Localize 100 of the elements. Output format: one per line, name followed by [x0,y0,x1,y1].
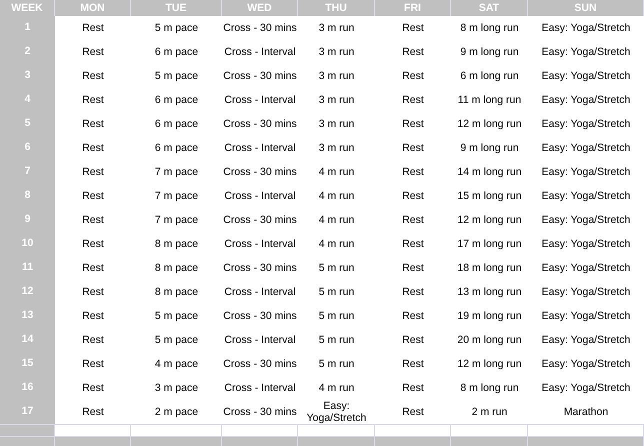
table-cell: 4 m pace [154,358,198,370]
table-cell: Cross - Interval [224,286,296,298]
week-cell: 5 [0,112,55,136]
table-cell: 3 m run [318,94,354,106]
table-cell: Rest [402,358,424,370]
table-cell: 7 m pace [154,190,198,202]
table-cell: Easy: Yoga/Stretch [542,214,630,226]
table-cell: 12 m long run [457,214,522,226]
table-cell: Rest [82,70,104,82]
column-header: TUE [131,0,222,16]
table-cell: Rest [402,190,424,202]
table-cell: Rest [82,142,104,154]
table-cell: Easy: Yoga/Stretch [542,190,630,202]
table-cell: Cross - 30 mins [223,214,297,226]
table-cell: 6 m pace [154,142,198,154]
table-cell: Easy: Yoga/Stretch [542,310,630,322]
table-cell: 5 m run [318,262,354,274]
table-cell: 9 m long run [460,46,519,58]
table-cell: Rest [402,238,424,250]
table-cell: 20 m long run [457,334,522,346]
table-cell: 15 m long run [457,190,522,202]
table-cell: 7 m pace [154,214,198,226]
table-cell: Easy: Yoga/Stretch [542,286,630,298]
table-cell: 6 m long run [460,70,519,82]
table-cell: 6 m pace [154,118,198,130]
table-cell: Easy: Yoga/Stretch [542,94,630,106]
table-cell: 5 m run [318,334,354,346]
table-cell: Rest [82,166,104,178]
table-cell: Rest [402,70,424,82]
column-header: MON [55,0,131,16]
table-cell: 4 m run [318,382,354,394]
table-cell: Easy: Yoga/Stretch [542,46,630,58]
table-cell: 4 m run [318,238,354,250]
table-cell: 18 m long run [457,262,522,274]
week-cell: 10 [0,232,55,256]
table-cell: Easy: Yoga/Stretch [542,70,630,82]
table-cell: Rest [82,190,104,202]
column-header: SUN [528,0,644,16]
table-cell: 3 m run [318,70,354,82]
table-cell: 12 m long run [457,358,522,370]
week-cell: 7 [0,160,55,184]
week-cell: 12 [0,280,55,304]
week-cell: 16 [0,376,55,400]
table-cell: Easy: Yoga/Stretch [542,142,630,154]
table-cell: 2 m pace [154,406,198,418]
week-cell: 13 [0,304,55,328]
table-cell: Cross - 30 mins [223,406,297,418]
table-cell: 8 m long run [460,22,519,34]
week-cell: 2 [0,40,55,64]
table-cell: Easy: Yoga/Stretch [542,22,630,34]
table-cell: Rest [82,238,104,250]
table-cell: 2 m run [472,406,508,418]
table-cell: 5 m run [318,286,354,298]
table-cell: Cross - Interval [224,334,296,346]
table-cell: Easy: Yoga/Stretch [542,382,630,394]
table-cell: Rest [82,118,104,130]
table-cell: 8 m pace [154,238,198,250]
table-cell: 5 m pace [154,310,198,322]
week-cell: 15 [0,352,55,376]
week-cell: 14 [0,328,55,352]
table-cell: Rest [402,262,424,274]
table-cell: Cross - 30 mins [223,70,297,82]
table-cell: Cross - Interval [224,238,296,250]
table-cell: Marathon [564,406,608,418]
table-cell: 5 m run [318,358,354,370]
table-cell: 19 m long run [457,310,522,322]
table-cell: Rest [82,358,104,370]
table-cell: 5 m pace [154,334,198,346]
table-cell: 8 m long run [460,382,519,394]
table-cell: Easy: Yoga/Stretch [542,262,630,274]
table-cell: Rest [82,382,104,394]
table-cell: Cross - 30 mins [223,22,297,34]
table-cell: 6 m pace [154,94,198,106]
table-cell: Cross - Interval [224,142,296,154]
table-cell: Rest [402,382,424,394]
table-cell: Rest [82,334,104,346]
table-cell: Cross - Interval [224,190,296,202]
table-cell: 6 m pace [154,46,198,58]
table-cell: 5 m pace [154,70,198,82]
table-cell: Cross - 30 mins [223,166,297,178]
table-cell: Rest [402,214,424,226]
table-cell: Rest [82,406,104,418]
table-cell: Cross - 30 mins [223,262,297,274]
week-cell: 8 [0,184,55,208]
table-cell: Easy: Yoga/Stretch [542,166,630,178]
table-cell: Rest [402,46,424,58]
table-cell: 4 m run [318,214,354,226]
table-cell: Rest [402,166,424,178]
table-cell: Rest [82,310,104,322]
table-cell: Cross - Interval [224,382,296,394]
column-header: THU [298,0,375,16]
table-cell: Cross - 30 mins [223,310,297,322]
table-cell: Cross - Interval [224,46,296,58]
table-cell: Rest [82,262,104,274]
table-cell: Rest [402,334,424,346]
table-cell: 4 m run [318,190,354,202]
table-cell: 13 m long run [457,286,522,298]
week-cell: 6 [0,136,55,160]
table-cell: 8 m pace [154,262,198,274]
table-cell: 5 m run [318,310,354,322]
